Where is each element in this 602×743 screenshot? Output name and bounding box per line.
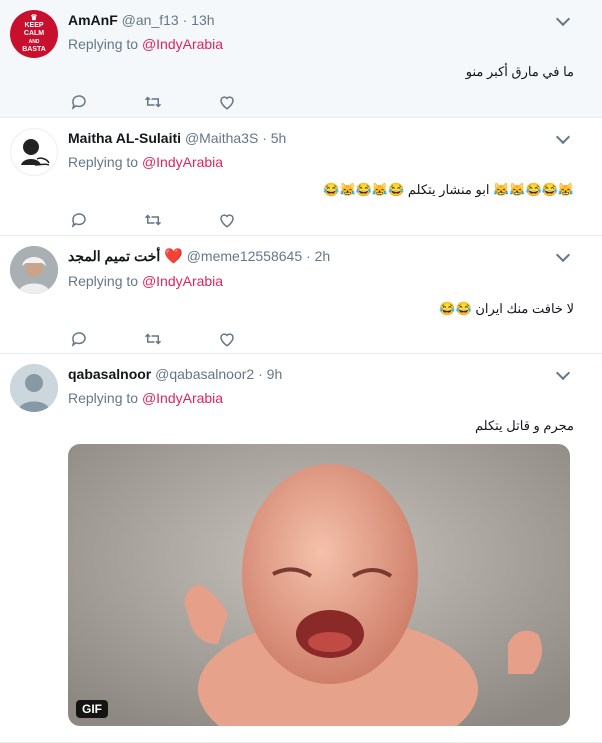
reply-icon (71, 95, 86, 110)
avatar-text: CALM (23, 30, 45, 37)
reply-button[interactable] (70, 211, 88, 229)
avatar-text: BASTA (22, 46, 46, 53)
tweet-actions (68, 202, 586, 238)
retweet-icon (144, 96, 162, 108)
heart-emoji-icon: ❤️ (164, 248, 183, 265)
like-button[interactable] (218, 211, 236, 229)
replying-label: Replying to (68, 273, 139, 289)
username[interactable]: @qabasalnoor2 (155, 366, 254, 382)
avatar-crown-icon: ♛ (30, 13, 38, 22)
like-button[interactable] (218, 330, 236, 348)
reply-mention-link[interactable]: @IndyArabia (142, 273, 223, 289)
separator: · (258, 366, 263, 382)
display-name[interactable]: qabasalnoor (68, 366, 151, 382)
gif-badge: GIF (76, 700, 108, 718)
timestamp[interactable]: 9h (267, 366, 283, 382)
timestamp[interactable]: 2h (315, 248, 331, 264)
display-name[interactable]: Maitha AL-Sulaiti (68, 130, 181, 146)
tweet-header: Maitha AL-Sulaiti @Maitha3S · 5h (68, 128, 586, 148)
like-button[interactable] (218, 93, 236, 111)
like-icon (220, 333, 234, 347)
reply-mention-link[interactable]: @IndyArabia (142, 154, 223, 170)
tweet-header: AmAnF @an_f13 · 13h (68, 10, 586, 30)
retweet-button[interactable] (144, 211, 162, 229)
tweet-text: مجرم و قاتل يتكلم (474, 418, 574, 433)
username[interactable]: @an_f13 (122, 12, 179, 28)
replying-to: Replying to @IndyArabia (68, 271, 586, 291)
username[interactable]: @meme12558645 (187, 248, 302, 264)
retweet-icon (144, 214, 162, 226)
gif-media[interactable]: GIF (68, 444, 570, 726)
default-avatar-icon (10, 364, 58, 412)
timestamp[interactable]: 13h (191, 12, 214, 28)
reply-mention-link[interactable]: @IndyArabia (142, 390, 223, 406)
tweet[interactable]: Maitha AL-Sulaiti @Maitha3S · 5h Replyin… (0, 118, 602, 236)
avatar[interactable] (10, 246, 58, 294)
display-name[interactable]: أخت تميم المجد (68, 248, 160, 264)
tweet-text: ما في مارق أكبر منو (465, 64, 574, 79)
tweet-actions (68, 321, 586, 357)
tweet-text: 😹😂😂😹😹 ابو منشار يتكلم 😂😹😂😹😂 (323, 182, 574, 197)
retweet-button[interactable] (144, 93, 162, 111)
tweet-header: qabasalnoor @qabasalnoor2 · 9h (68, 364, 586, 384)
avatar-text: AND (28, 39, 40, 45)
retweet-icon (144, 333, 162, 345)
display-name[interactable]: AmAnF (68, 12, 118, 28)
reply-button[interactable] (70, 93, 88, 111)
avatar[interactable]: ♛ KEEP CALM AND BASTA (10, 10, 58, 58)
crying-baby-gif-icon (68, 444, 570, 726)
separator: · (262, 130, 267, 146)
separator: · (182, 12, 188, 28)
replying-to: Replying to @IndyArabia (68, 34, 586, 54)
reply-icon (71, 213, 86, 228)
like-icon (220, 96, 234, 110)
retweet-button[interactable] (144, 330, 162, 348)
tweet-header: أخت تميم المجد ❤️ @meme12558645 · 2h (68, 246, 586, 267)
avatar[interactable] (10, 128, 58, 176)
replying-to: Replying to @IndyArabia (68, 388, 586, 408)
reply-mention-link[interactable]: @IndyArabia (142, 36, 223, 52)
replying-label: Replying to (68, 390, 139, 406)
replying-label: Replying to (68, 36, 139, 52)
avatar[interactable] (10, 364, 58, 412)
separator: · (306, 248, 311, 264)
tweet[interactable]: ♛ KEEP CALM AND BASTA AmAnF @an_f13 · 13… (0, 0, 602, 118)
replying-label: Replying to (68, 154, 139, 170)
username[interactable]: @Maitha3S (185, 130, 258, 146)
person-photo-icon (10, 246, 58, 294)
like-icon (220, 214, 234, 228)
tweet-text: لا خافت منك ايران 😂😂 (439, 301, 574, 316)
replying-to: Replying to @IndyArabia (68, 152, 586, 172)
tweet[interactable]: أخت تميم المجد ❤️ @meme12558645 · 2h Rep… (0, 236, 602, 354)
reply-icon (71, 332, 86, 347)
tweet[interactable]: qabasalnoor @qabasalnoor2 · 9h Replying … (0, 354, 602, 743)
tweet-actions (68, 84, 586, 120)
reply-button[interactable] (70, 330, 88, 348)
timestamp[interactable]: 5h (271, 130, 287, 146)
calligraphy-portrait-icon (21, 139, 50, 166)
avatar-text: KEEP (24, 22, 44, 29)
